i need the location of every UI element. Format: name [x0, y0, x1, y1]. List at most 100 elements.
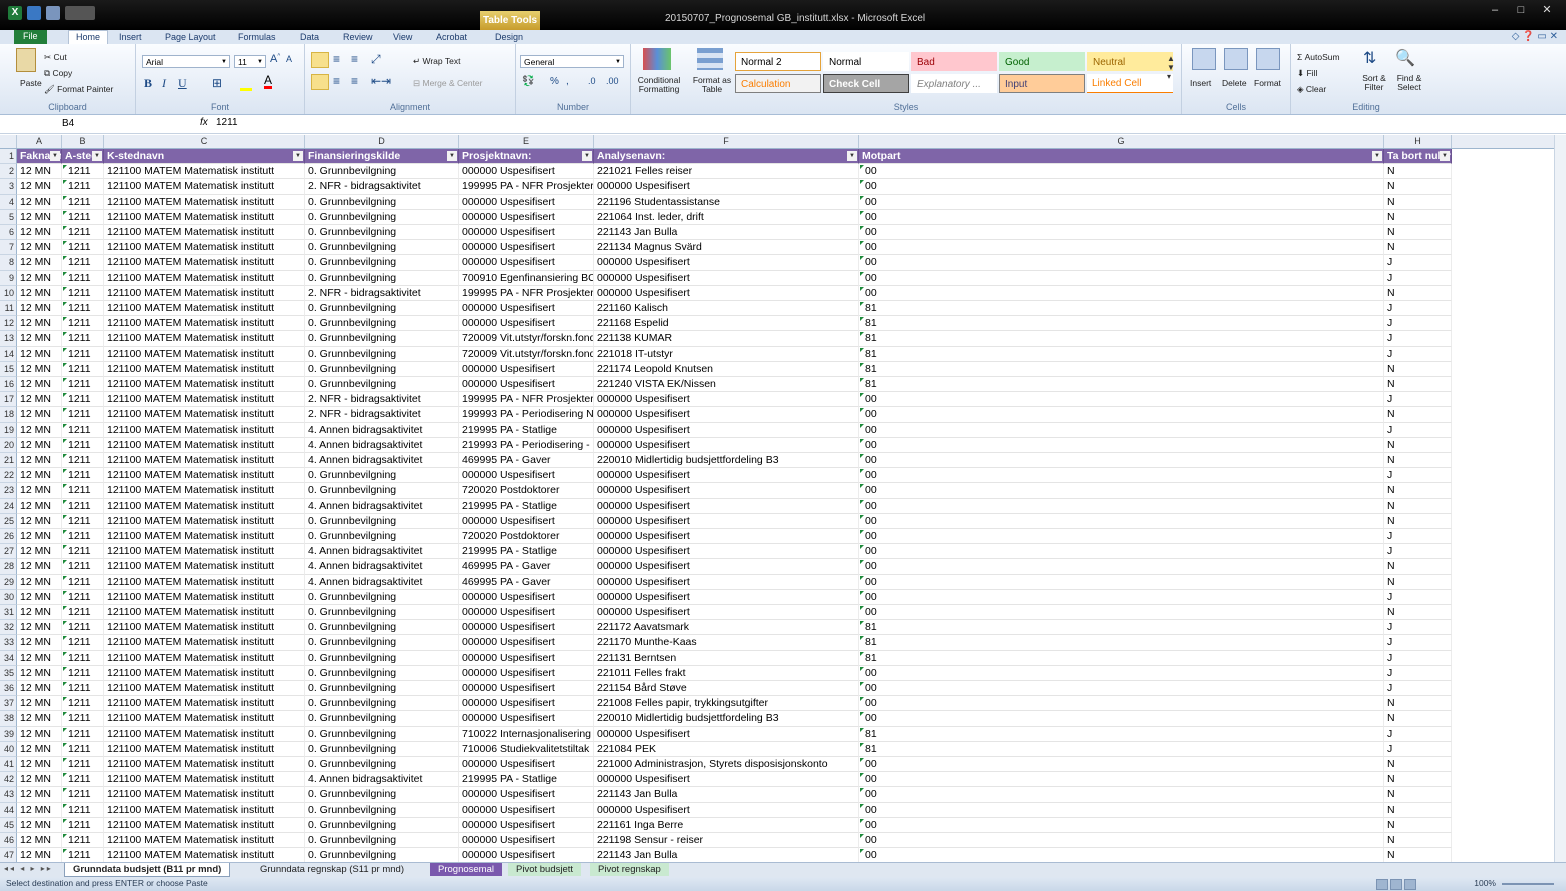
col-k-stednavn[interactable]: 121100 MATEM Matematisk institutt: [104, 772, 305, 788]
col-analysenavn[interactable]: 221196 Studentassistanse: [594, 194, 859, 210]
col-finansieringskilde[interactable]: 0. Grunnbevilgning: [305, 240, 459, 256]
col-motpart[interactable]: 00: [859, 270, 1384, 286]
col-analysenavn[interactable]: 000000 Uspesifisert: [594, 407, 859, 423]
sheet-nav-arrows-icon[interactable]: ◂◂ ◂ ▸ ▸▸: [4, 864, 53, 873]
wrap-text-button[interactable]: ↵ Wrap Text: [413, 56, 460, 67]
col-faknavn[interactable]: 12 MN: [17, 437, 62, 453]
col-a-sted[interactable]: 1211: [62, 681, 104, 697]
col-prosjektnavn[interactable]: 000000 Uspesifisert: [459, 377, 594, 393]
col-finansieringskilde[interactable]: 0. Grunnbevilgning: [305, 650, 459, 666]
filter-dropdown-icon[interactable]: ▼: [447, 151, 457, 161]
col-ta-bort-null-rader[interactable]: N: [1384, 802, 1452, 818]
col-faknavn[interactable]: 12 MN: [17, 787, 62, 803]
close-icon[interactable]: ✕: [1534, 0, 1560, 20]
col-finansieringskilde[interactable]: 4. Annen bidragsaktivitet: [305, 544, 459, 560]
align-right-icon[interactable]: ≡: [351, 74, 358, 88]
column-header-f[interactable]: F: [594, 135, 859, 148]
col-analysenavn[interactable]: 221198 Sensur - reiser: [594, 833, 859, 849]
col-motpart[interactable]: 00: [859, 544, 1384, 560]
col-a-sted[interactable]: 1211: [62, 316, 104, 332]
col-analysenavn[interactable]: 221084 PEK: [594, 741, 859, 757]
col-a-sted[interactable]: 1211: [62, 833, 104, 849]
col-a-sted[interactable]: 1211: [62, 802, 104, 818]
col-a-sted[interactable]: 1211: [62, 392, 104, 408]
col-faknavn[interactable]: 12 MN: [17, 665, 62, 681]
row-number[interactable]: 23: [0, 483, 17, 499]
col-faknavn[interactable]: 12 MN: [17, 635, 62, 651]
customize-qat-icon[interactable]: [65, 6, 95, 20]
col-prosjektnavn[interactable]: 000000 Uspesifisert: [459, 665, 594, 681]
col-faknavn[interactable]: 12 MN: [17, 392, 62, 408]
col-k-stednavn[interactable]: 121100 MATEM Matematisk institutt: [104, 757, 305, 773]
col-faknavn[interactable]: 12 MN: [17, 711, 62, 727]
row-number[interactable]: 10: [0, 285, 17, 301]
col-prosjektnavn[interactable]: 000000 Uspesifisert: [459, 848, 594, 862]
filter-dropdown-icon[interactable]: ▼: [582, 151, 592, 161]
col-a-sted[interactable]: 1211: [62, 741, 104, 757]
col-k-stednavn[interactable]: 121100 MATEM Matematisk institutt: [104, 179, 305, 195]
col-a-sted[interactable]: 1211: [62, 407, 104, 423]
conditional-formatting-icon[interactable]: [643, 48, 671, 70]
column-header-b[interactable]: B: [62, 135, 104, 148]
col-finansieringskilde[interactable]: 0. Grunnbevilgning: [305, 605, 459, 621]
row-number[interactable]: 16: [0, 377, 17, 393]
col-k-stednavn[interactable]: 121100 MATEM Matematisk institutt: [104, 437, 305, 453]
row-number[interactable]: 29: [0, 574, 17, 590]
col-motpart[interactable]: 00: [859, 574, 1384, 590]
col-finansieringskilde[interactable]: 2. NFR - bidragsaktivitet: [305, 392, 459, 408]
col-analysenavn[interactable]: 000000 Uspesifisert: [594, 529, 859, 545]
shrink-font-icon[interactable]: A: [286, 54, 292, 64]
col-prosjektnavn[interactable]: 710022 Internasjonalisering: [459, 726, 594, 742]
col-analysenavn[interactable]: 221143 Jan Bulla: [594, 787, 859, 803]
header-col-a-sted[interactable]: A-sted ▼: [62, 149, 104, 165]
gallery-more-icon[interactable]: ▲ ▼ ▾: [1167, 54, 1175, 81]
cell-style-8[interactable]: Explanatory ...: [911, 74, 997, 93]
col-ta-bort-null-rader[interactable]: N: [1384, 757, 1452, 773]
cell-style-9[interactable]: Input: [999, 74, 1085, 93]
col-analysenavn[interactable]: 221161 Inga Berre: [594, 817, 859, 833]
col-ta-bort-null-rader[interactable]: N: [1384, 696, 1452, 712]
col-analysenavn[interactable]: 000000 Uspesifisert: [594, 589, 859, 605]
zoom-slider[interactable]: [1502, 883, 1554, 885]
align-middle-icon[interactable]: ≡: [333, 52, 340, 66]
col-motpart[interactable]: 00: [859, 711, 1384, 727]
col-analysenavn[interactable]: 000000 Uspesifisert: [594, 422, 859, 438]
col-prosjektnavn[interactable]: 199995 PA - NFR Prosjekter: [459, 285, 594, 301]
maximize-icon[interactable]: □: [1508, 0, 1534, 20]
col-prosjektnavn[interactable]: 199995 PA - NFR Prosjekter: [459, 179, 594, 195]
row-number[interactable]: 46: [0, 833, 17, 849]
col-a-sted[interactable]: 1211: [62, 194, 104, 210]
col-ta-bort-null-rader[interactable]: N: [1384, 559, 1452, 575]
col-finansieringskilde[interactable]: 0. Grunnbevilgning: [305, 361, 459, 377]
col-prosjektnavn[interactable]: 000000 Uspesifisert: [459, 635, 594, 651]
col-motpart[interactable]: 00: [859, 665, 1384, 681]
col-k-stednavn[interactable]: 121100 MATEM Matematisk institutt: [104, 544, 305, 560]
col-k-stednavn[interactable]: 121100 MATEM Matematisk institutt: [104, 787, 305, 803]
col-prosjektnavn[interactable]: 219995 PA - Statlige: [459, 544, 594, 560]
col-motpart[interactable]: 00: [859, 453, 1384, 469]
delete-cells-icon[interactable]: [1224, 48, 1248, 70]
col-faknavn[interactable]: 12 MN: [17, 255, 62, 271]
col-prosjektnavn[interactable]: 720020 Postdoktorer: [459, 529, 594, 545]
tab-data[interactable]: Data: [300, 31, 319, 44]
col-prosjektnavn[interactable]: 000000 Uspesifisert: [459, 605, 594, 621]
col-analysenavn[interactable]: 221168 Espelid: [594, 316, 859, 332]
col-a-sted[interactable]: 1211: [62, 270, 104, 286]
row-number[interactable]: 27: [0, 544, 17, 560]
col-motpart[interactable]: 00: [859, 833, 1384, 849]
col-finansieringskilde[interactable]: 0. Grunnbevilgning: [305, 802, 459, 818]
tab-page-layout[interactable]: Page Layout: [165, 31, 216, 44]
row-number[interactable]: 34: [0, 650, 17, 666]
column-header-c[interactable]: C: [104, 135, 305, 148]
col-a-sted[interactable]: 1211: [62, 650, 104, 666]
col-faknavn[interactable]: 12 MN: [17, 757, 62, 773]
col-faknavn[interactable]: 12 MN: [17, 316, 62, 332]
filter-dropdown-icon[interactable]: ▼: [92, 151, 102, 161]
col-finansieringskilde[interactable]: 0. Grunnbevilgning: [305, 757, 459, 773]
col-motpart[interactable]: 81: [859, 361, 1384, 377]
col-faknavn[interactable]: 12 MN: [17, 453, 62, 469]
row-number[interactable]: 17: [0, 392, 17, 408]
col-k-stednavn[interactable]: 121100 MATEM Matematisk institutt: [104, 817, 305, 833]
row-number[interactable]: 13: [0, 331, 17, 347]
col-analysenavn[interactable]: 000000 Uspesifisert: [594, 392, 859, 408]
